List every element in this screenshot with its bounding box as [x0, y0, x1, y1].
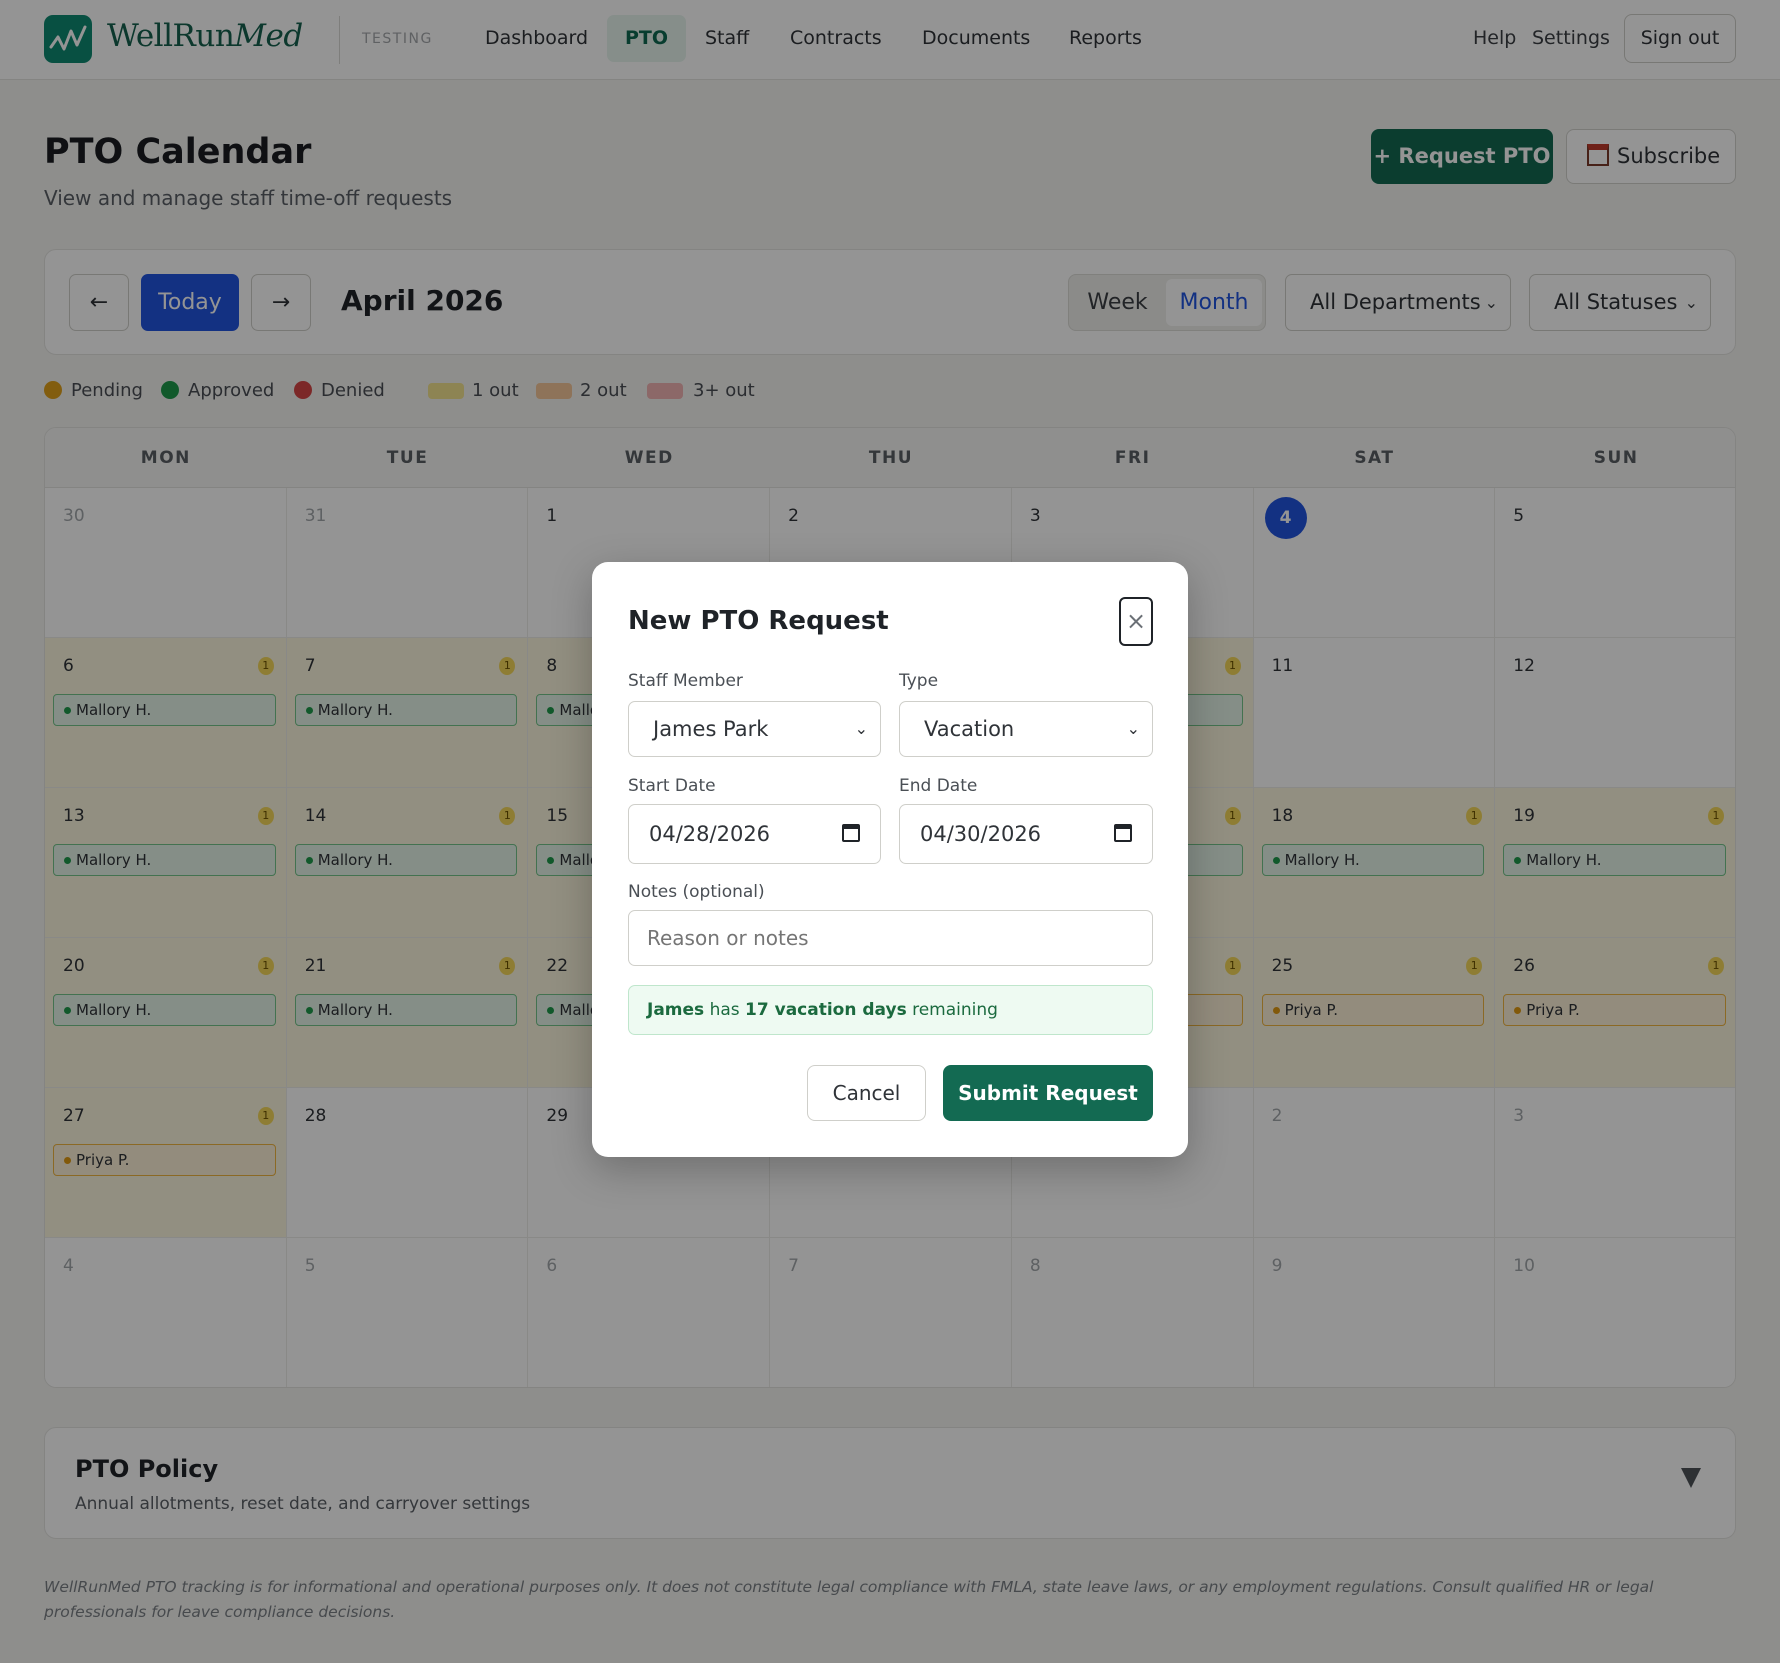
type-select[interactable]: Vacation ⌄: [899, 701, 1153, 757]
start-date-label: Start Date: [628, 776, 716, 796]
calendar-icon[interactable]: [842, 824, 860, 842]
staff-member-select[interactable]: James Park ⌄: [628, 701, 881, 757]
type-label: Type: [899, 671, 939, 691]
end-date-value: 04/30/2026: [920, 822, 1042, 846]
submit-request-button[interactable]: Submit Request: [943, 1065, 1153, 1121]
chevron-down-icon: ⌄: [854, 719, 868, 738]
vacation-balance-notice: James has 17 vacation days remaining: [628, 985, 1153, 1035]
notes-label: Notes (optional): [628, 882, 765, 902]
end-date-label: End Date: [899, 776, 978, 796]
staff-member-value: James Park: [653, 717, 769, 741]
start-date-value: 04/28/2026: [649, 822, 771, 846]
modal-title: New PTO Request: [628, 606, 889, 636]
staff-member-label: Staff Member: [628, 671, 743, 691]
close-icon[interactable]: ×: [1119, 597, 1153, 646]
calendar-icon[interactable]: [1114, 824, 1132, 842]
type-value: Vacation: [924, 717, 1015, 741]
notes-input[interactable]: [628, 910, 1153, 966]
start-date-field[interactable]: 04/28/2026: [628, 804, 881, 864]
chevron-down-icon: ⌄: [1126, 719, 1140, 738]
end-date-field[interactable]: 04/30/2026: [899, 804, 1153, 864]
cancel-button[interactable]: Cancel: [807, 1065, 926, 1121]
new-pto-request-modal: New PTO Request × Staff Member James Par…: [592, 562, 1188, 1157]
